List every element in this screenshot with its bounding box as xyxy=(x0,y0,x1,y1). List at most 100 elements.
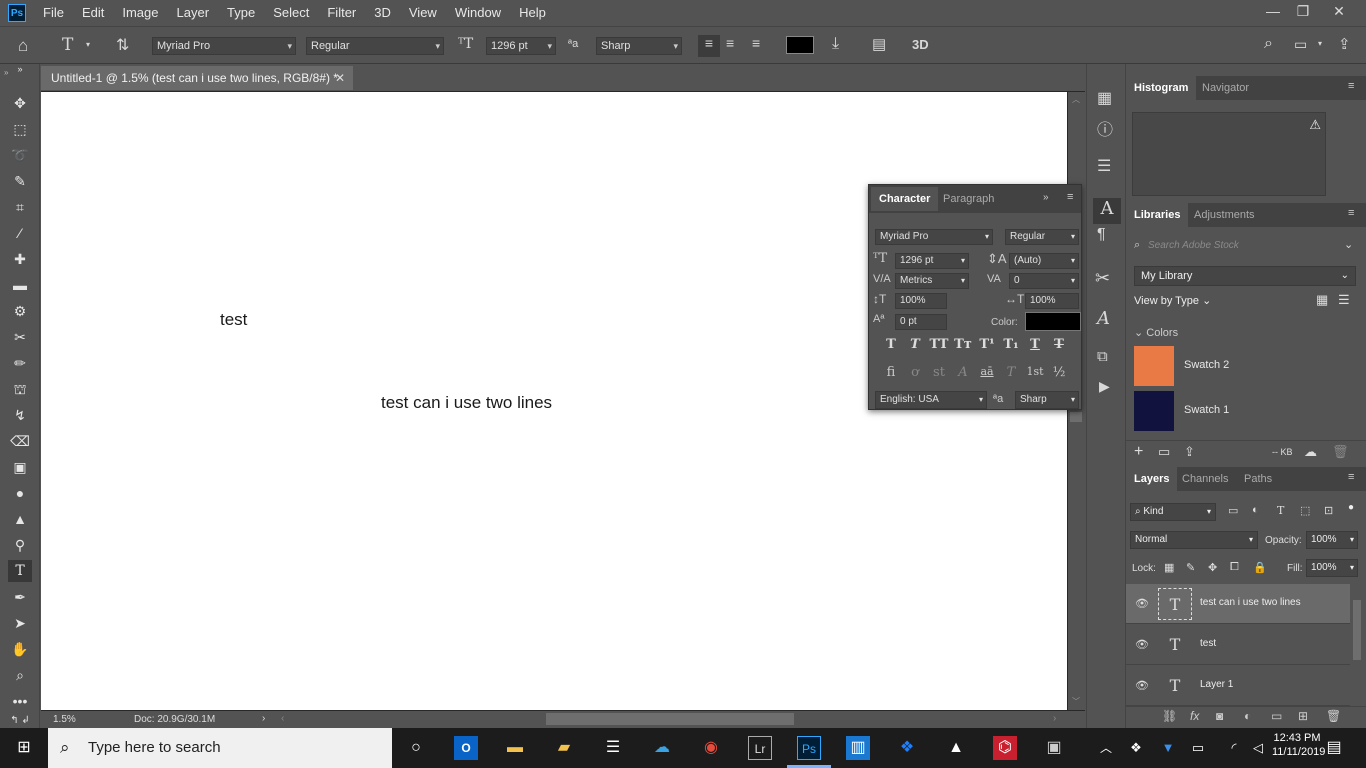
scroll-right-icon[interactable]: › xyxy=(1053,713,1056,724)
layer-name[interactable]: test can i use two lines xyxy=(1200,597,1301,608)
filter-shape-icon[interactable]: ⬚ xyxy=(1300,504,1310,517)
battery-icon[interactable]: ▭ xyxy=(1186,736,1210,760)
task-view-icon[interactable]: ○ xyxy=(404,736,428,760)
history-brush-tool-icon[interactable]: ✂ xyxy=(8,326,32,348)
photoshop-logo-icon[interactable]: Ps xyxy=(8,4,26,22)
tab-channels[interactable]: Channels xyxy=(1174,467,1236,491)
share-icon[interactable]: ⇪ xyxy=(1338,35,1351,53)
panel-menu-icon[interactable]: ≡ xyxy=(1348,471,1354,483)
ordinals-button[interactable]: 1st xyxy=(1025,365,1045,378)
layer-name[interactable]: test xyxy=(1200,638,1216,649)
layers-scrollbar[interactable] xyxy=(1350,584,1364,706)
eyedropper-tool-icon[interactable]: ⁄ xyxy=(8,222,32,244)
layer-row[interactable]: 👁 T test xyxy=(1126,625,1350,665)
small-caps-button[interactable]: Tт xyxy=(953,337,973,352)
tool-presets-icon[interactable]: ✂ xyxy=(1095,268,1110,289)
character-panel-icon[interactable]: A xyxy=(1093,198,1121,224)
text-orientation-icon[interactable]: ⇅ xyxy=(116,35,129,55)
search-icon[interactable]: ⌕ xyxy=(1264,35,1273,53)
doc-info[interactable]: Doc: 20.9G/30.1M xyxy=(134,714,215,725)
restore-icon[interactable]: ❐ xyxy=(1288,0,1318,24)
minimize-icon[interactable]: — xyxy=(1258,0,1288,24)
taskbar-search-box[interactable]: ⌕ Type here to search xyxy=(48,728,392,768)
font-size-select[interactable]: 1296 pt ▾ xyxy=(486,37,556,55)
workspace-icon[interactable]: ▭ xyxy=(1294,36,1307,53)
new-layer-icon[interactable]: ⊞ xyxy=(1298,709,1308,723)
canvas-text-test[interactable]: test xyxy=(220,310,247,330)
dodge-tool-icon[interactable]: ⚲ xyxy=(8,534,32,556)
trello-icon[interactable]: ▥ xyxy=(846,736,870,760)
path-selection-tool-icon[interactable]: ➤ xyxy=(8,612,32,634)
lock-pixels-icon[interactable]: ✎ xyxy=(1186,561,1195,574)
brush-tool-icon[interactable]: ▬ xyxy=(8,274,32,296)
notepad-icon[interactable]: ☰ xyxy=(601,736,625,760)
discretionary-ligatures-button[interactable]: st xyxy=(929,365,949,380)
char-leading-field[interactable]: (Auto) ▾ xyxy=(1009,253,1079,269)
pen-tool-icon[interactable]: ✒ xyxy=(8,586,32,608)
strikethrough-button[interactable]: T xyxy=(1049,337,1069,352)
home-icon[interactable]: ⌂ xyxy=(18,36,28,56)
list-view-icon[interactable]: ☰ xyxy=(1338,292,1350,308)
tab-layers[interactable]: Layers xyxy=(1126,467,1178,491)
align-center-icon[interactable]: ≡ xyxy=(726,35,734,51)
zoom-level[interactable]: 1.5% xyxy=(53,714,76,725)
tab-libraries[interactable]: Libraries xyxy=(1126,203,1189,227)
outlook-icon[interactable]: O xyxy=(454,736,478,760)
lock-artboard-icon[interactable]: ⧠ xyxy=(1230,561,1239,574)
blur-tool-icon[interactable]: ● xyxy=(8,482,32,504)
menu-select[interactable]: Select xyxy=(264,0,318,26)
panel-menu-icon[interactable]: ≡ xyxy=(1348,80,1354,92)
close-tab-icon[interactable]: ✕ xyxy=(335,66,345,90)
ligatures-button[interactable]: fi xyxy=(881,365,901,380)
paragraph-panel-icon[interactable]: ¶ xyxy=(1097,226,1106,244)
info-panel-icon[interactable]: ⓘ xyxy=(1097,116,1113,140)
char-font-style-select[interactable]: Regular ▾ xyxy=(1005,229,1079,245)
lock-transparent-icon[interactable]: ▦ xyxy=(1164,561,1174,574)
text-color-swatch[interactable] xyxy=(786,36,814,54)
filter-toggle-icon[interactable]: ● xyxy=(1348,502,1358,520)
dropbox-tray-icon[interactable]: ❖ xyxy=(1124,736,1148,760)
filter-type-icon[interactable]: T xyxy=(1277,504,1284,517)
stock-search-input[interactable]: Search Adobe Stock xyxy=(1148,240,1239,251)
tab-paragraph[interactable]: Paragraph xyxy=(935,187,1002,211)
faux-bold-button[interactable]: T xyxy=(881,337,901,352)
stylistic-alternates-button[interactable]: aā xyxy=(977,365,997,378)
visibility-eye-icon[interactable]: 👁 xyxy=(1135,679,1149,692)
faux-italic-button[interactable]: T xyxy=(905,337,925,352)
canvas-text-two-lines[interactable]: test can i use two lines xyxy=(381,393,552,413)
tab-paths[interactable]: Paths xyxy=(1236,467,1280,491)
chevron-down-icon[interactable]: ▾ xyxy=(86,40,90,49)
chrome-icon[interactable]: ◉ xyxy=(699,736,723,760)
document-tab[interactable]: Untitled-1 @ 1.5% (test can i use two li… xyxy=(41,66,353,90)
type-tool-icon[interactable]: T xyxy=(8,560,32,582)
lock-position-icon[interactable]: ✥ xyxy=(1208,561,1217,574)
char-antialias-select[interactable]: Sharp ▾ xyxy=(1015,391,1079,409)
chevron-down-icon[interactable]: ▾ xyxy=(1318,39,1322,48)
char-font-family-select[interactable]: Myriad Pro ▾ xyxy=(875,229,993,245)
wifi-icon[interactable]: ◜ xyxy=(1222,736,1246,760)
grid-view-icon[interactable]: ▦ xyxy=(1316,292,1328,308)
layer-row[interactable]: 👁 T Layer 1 xyxy=(1126,666,1350,706)
char-horizontal-scale-field[interactable]: 100% xyxy=(1025,293,1079,309)
hand-tool-icon[interactable]: ✋ xyxy=(8,638,32,660)
char-baseline-shift-field[interactable]: 0 pt xyxy=(895,314,947,330)
windows-start-icon[interactable]: ⊞ xyxy=(12,736,36,760)
language-select[interactable]: English: USA ▾ xyxy=(875,391,987,409)
gradient-tool-icon[interactable]: ▣ xyxy=(8,456,32,478)
library-swatch[interactable]: Swatch 2 xyxy=(1134,346,1360,386)
char-kerning-select[interactable]: Metrics ▾ xyxy=(895,273,969,289)
healing-brush-tool-icon[interactable]: ✚ xyxy=(8,248,32,270)
adjustment-layer-icon[interactable]: ◐ xyxy=(1244,709,1251,723)
lasso-tool-icon[interactable]: ➰ xyxy=(8,144,32,166)
clone-source-icon[interactable]: ⧉ xyxy=(1097,348,1108,365)
align-right-icon[interactable]: ≡ xyxy=(752,35,760,51)
layer-mask-icon[interactable]: ◙ xyxy=(1216,709,1223,723)
titling-alternates-button[interactable]: T xyxy=(1001,365,1021,380)
panel-menu-icon[interactable]: ≡ xyxy=(1348,207,1354,219)
trash-icon[interactable]: 🗑 xyxy=(1332,444,1349,460)
warp-text-icon[interactable]: ⤓ xyxy=(832,35,839,53)
acrobat-icon[interactable]: ⌬ xyxy=(993,736,1017,760)
lock-all-icon[interactable]: 🔒 xyxy=(1253,561,1267,574)
superscript-button[interactable]: T¹ xyxy=(977,337,997,352)
history-panel-icon[interactable]: ▦ xyxy=(1097,88,1112,108)
